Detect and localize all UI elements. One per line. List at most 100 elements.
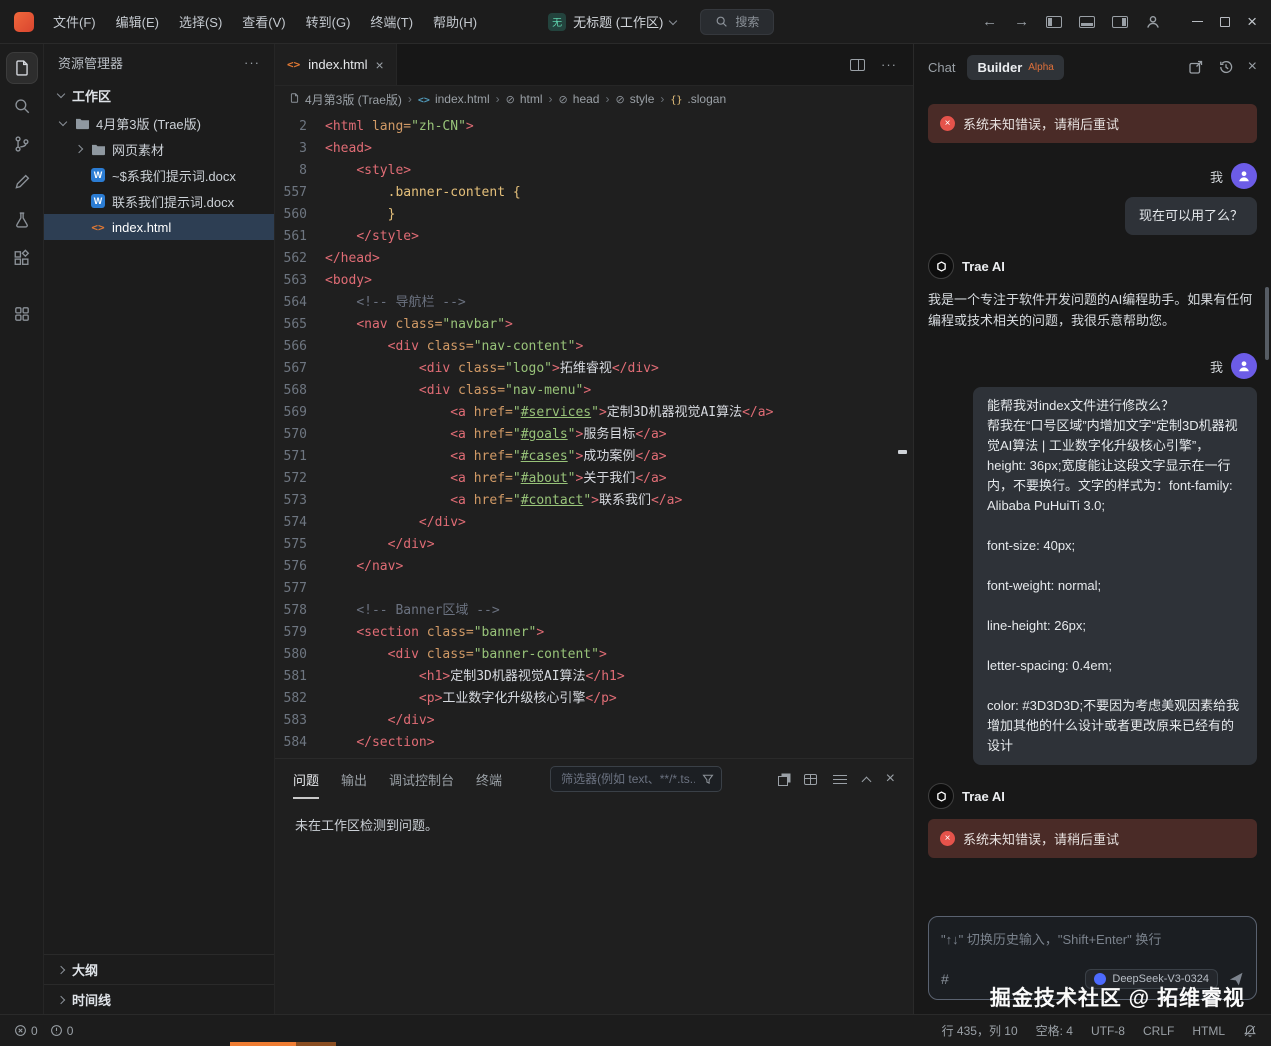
back-button[interactable]: ← xyxy=(982,13,997,30)
code-line-578[interactable]: 578 <!-- Banner区域 --> xyxy=(275,600,913,622)
code-line-571[interactable]: 571 <a href="#cases">成功案例</a> xyxy=(275,446,913,468)
workspace-switcher[interactable]: 无 无标题 (工作区) xyxy=(548,12,676,31)
tree-item-2[interactable]: W~$系我们提示词.docx xyxy=(44,162,274,188)
context-hash-button[interactable]: # xyxy=(941,971,949,987)
notifications-bell-icon[interactable] xyxy=(1243,1024,1257,1038)
history-icon[interactable] xyxy=(1218,59,1234,75)
errors-status[interactable]: 0 xyxy=(14,1024,38,1038)
editor-more-actions-icon[interactable]: ··· xyxy=(881,57,897,72)
breadcrumb-item-3[interactable]: ⊘head xyxy=(559,92,600,106)
chat-messages[interactable]: × 系统未知错误，请稍后重试 我 现在可以用了么？ Trae AI 我是一 xyxy=(914,90,1271,910)
more-actions-icon[interactable]: ··· xyxy=(244,55,260,70)
code-line-2[interactable]: 2<html lang="zh-CN"> xyxy=(275,116,913,138)
breadcrumb-item-5[interactable]: {}.slogan xyxy=(670,92,726,106)
search-sidebar-icon[interactable] xyxy=(6,90,38,122)
panel-tab-3[interactable]: 终端 xyxy=(476,759,502,799)
code-line-581[interactable]: 581 <h1>定制3D机器视觉AI算法</h1> xyxy=(275,666,913,688)
forward-button[interactable]: → xyxy=(1014,13,1029,30)
menu-item-6[interactable]: 帮助(H) xyxy=(424,8,486,35)
breadcrumb-item-1[interactable]: <>index.html xyxy=(418,92,490,106)
code-line-575[interactable]: 575 </div> xyxy=(275,534,913,556)
code-line-573[interactable]: 573 <a href="#contact">联系我们</a> xyxy=(275,490,913,512)
code-line-572[interactable]: 572 <a href="#about">关于我们</a> xyxy=(275,468,913,490)
close-panel-icon[interactable]: × xyxy=(886,770,895,788)
split-editor-icon[interactable] xyxy=(850,59,865,71)
global-search-button[interactable]: 搜索 xyxy=(700,9,774,35)
copy-icon[interactable] xyxy=(778,776,788,786)
code-line-579[interactable]: 579 <section class="banner"> xyxy=(275,622,913,644)
chat-scrollbar[interactable] xyxy=(1265,287,1269,360)
panel-tab-2[interactable]: 调试控制台 xyxy=(389,759,454,799)
code-line-576[interactable]: 576 </nav> xyxy=(275,556,913,578)
app-logo-icon[interactable] xyxy=(14,12,34,32)
tree-item-3[interactable]: W联系我们提示词.docx xyxy=(44,188,274,214)
timeline-section[interactable]: 时间线 xyxy=(44,984,274,1014)
code-line-574[interactable]: 574 </div> xyxy=(275,512,913,534)
cursor-position[interactable]: 行 435，列 10 xyxy=(942,1022,1018,1039)
breadcrumb-item-4[interactable]: ⊘style xyxy=(615,92,654,106)
toggle-secondary-sidebar-icon[interactable] xyxy=(1112,16,1128,28)
maximize-panel-icon[interactable] xyxy=(861,776,871,786)
panel-tab-0[interactable]: 问题 xyxy=(293,759,319,799)
code-line-562[interactable]: 562</head> xyxy=(275,248,913,270)
menu-item-0[interactable]: 文件(F) xyxy=(44,8,105,35)
minimize-button[interactable] xyxy=(1192,21,1203,23)
code-line-580[interactable]: 580 <div class="banner-content"> xyxy=(275,644,913,666)
code-line-577[interactable]: 577 xyxy=(275,578,913,600)
tab-index-html[interactable]: <> index.html × xyxy=(275,44,397,85)
account-icon[interactable] xyxy=(1145,14,1161,30)
maximize-button[interactable] xyxy=(1220,17,1230,27)
tab-chat[interactable]: Chat xyxy=(928,60,955,75)
code-line-569[interactable]: 569 <a href="#services">定制3D机器视觉AI算法</a> xyxy=(275,402,913,424)
problems-filter-input[interactable] xyxy=(550,766,722,792)
apps-grid-icon[interactable] xyxy=(6,298,38,330)
code-line-3[interactable]: 3<head> xyxy=(275,138,913,160)
view-as-table-icon[interactable] xyxy=(804,774,817,785)
code-line-565[interactable]: 565 <nav class="navbar"> xyxy=(275,314,913,336)
code-line-563[interactable]: 563<body> xyxy=(275,270,913,292)
code-line-568[interactable]: 568 <div class="nav-menu"> xyxy=(275,380,913,402)
code-line-557[interactable]: 557 .banner-content { xyxy=(275,182,913,204)
tree-item-4[interactable]: <>index.html xyxy=(44,214,274,240)
code-line-567[interactable]: 567 <div class="logo">拓维睿视</div> xyxy=(275,358,913,380)
close-button[interactable]: × xyxy=(1247,13,1257,30)
language-mode[interactable]: HTML xyxy=(1192,1024,1225,1038)
outline-section[interactable]: 大纲 xyxy=(44,954,274,984)
edit-pen-icon[interactable] xyxy=(6,166,38,198)
eol-status[interactable]: CRLF xyxy=(1143,1024,1174,1038)
toggle-panel-icon[interactable] xyxy=(1079,16,1095,28)
breadcrumb-item-0[interactable]: 4月第3版 (Trae版) xyxy=(289,91,402,108)
breadcrumb-item-2[interactable]: ⊘html xyxy=(506,92,543,106)
warnings-status[interactable]: 0 xyxy=(50,1024,74,1038)
menu-item-4[interactable]: 转到(G) xyxy=(297,8,360,35)
code-line-583[interactable]: 583 </div> xyxy=(275,710,913,732)
source-control-icon[interactable] xyxy=(6,128,38,160)
encoding-status[interactable]: UTF-8 xyxy=(1091,1024,1125,1038)
filter-settings-icon[interactable] xyxy=(833,773,847,785)
toggle-sidebar-icon[interactable] xyxy=(1046,16,1062,28)
panel-tab-1[interactable]: 输出 xyxy=(341,759,367,799)
code-line-560[interactable]: 560 } xyxy=(275,204,913,226)
menu-item-2[interactable]: 选择(S) xyxy=(170,8,231,35)
code-editor[interactable]: 2<html lang="zh-CN">3<head>8 <style>557 … xyxy=(275,112,913,758)
test-flask-icon[interactable] xyxy=(6,204,38,236)
code-line-582[interactable]: 582 <p>工业数字化升级核心引擎</p> xyxy=(275,688,913,710)
new-chat-icon[interactable] xyxy=(1188,59,1204,75)
close-chat-icon[interactable]: × xyxy=(1248,58,1257,76)
code-line-566[interactable]: 566 <div class="nav-content"> xyxy=(275,336,913,358)
menu-item-3[interactable]: 查看(V) xyxy=(233,8,294,35)
menu-item-5[interactable]: 终端(T) xyxy=(361,8,422,35)
code-line-561[interactable]: 561 </style> xyxy=(275,226,913,248)
extensions-icon[interactable] xyxy=(6,242,38,274)
code-line-8[interactable]: 8 <style> xyxy=(275,160,913,182)
indentation-status[interactable]: 空格: 4 xyxy=(1036,1022,1073,1039)
scrollbar-marker[interactable] xyxy=(898,450,907,454)
close-tab-icon[interactable]: × xyxy=(376,57,384,73)
code-line-584[interactable]: 584 </section> xyxy=(275,732,913,754)
code-line-564[interactable]: 564 <!-- 导航栏 --> xyxy=(275,292,913,314)
explorer-icon[interactable] xyxy=(6,52,38,84)
tree-item-1[interactable]: 网页素材 xyxy=(44,136,274,162)
tab-builder[interactable]: Builder Alpha xyxy=(967,55,1063,80)
menu-item-1[interactable]: 编辑(E) xyxy=(107,8,168,35)
workspace-section-header[interactable]: 工作区 xyxy=(44,80,274,110)
